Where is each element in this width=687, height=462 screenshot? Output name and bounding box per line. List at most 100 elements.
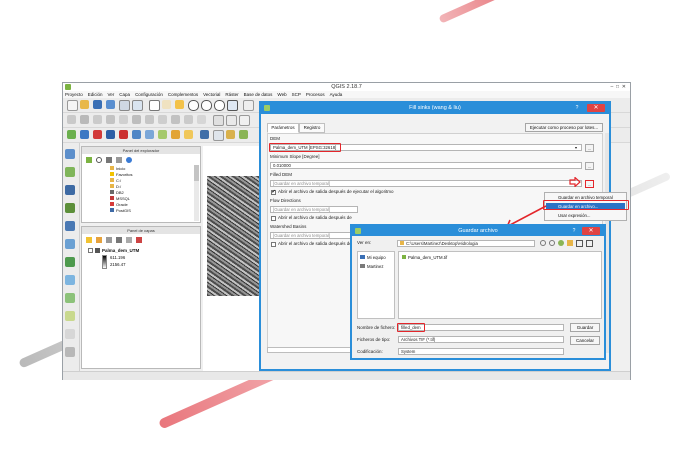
batch-process-button[interactable]: Ejecutar como proceso por lotes... — [525, 123, 603, 132]
add-wcs-icon[interactable] — [145, 130, 154, 139]
menu-item-use-expression[interactable]: Usar expresión... — [546, 212, 625, 219]
zoom-full-icon[interactable] — [227, 100, 238, 111]
tree-item-d[interactable]: D:/ — [110, 184, 121, 189]
close-button[interactable]: ✕ — [587, 104, 605, 112]
add-vector-side-icon[interactable] — [65, 167, 75, 177]
file-item[interactable]: Palma_dem_UTM.tif — [402, 255, 447, 260]
zoom-out-icon[interactable] — [201, 100, 212, 111]
label-tool-icon[interactable] — [213, 115, 224, 126]
menu-base-de-datos[interactable]: Base de datos — [244, 91, 273, 98]
menu-complementos[interactable]: Complementos — [168, 91, 198, 98]
filled-dem-output[interactable]: [Guardar en archivo temporal] — [270, 180, 582, 187]
add-vector-layer-icon[interactable] — [67, 130, 76, 139]
add-raster-side-icon[interactable] — [65, 149, 75, 159]
min-slope-expression-button[interactable]: ... — [585, 162, 594, 170]
save-close-button[interactable]: ✕ — [582, 227, 600, 235]
open-project-icon[interactable] — [80, 100, 89, 109]
pan-icon[interactable] — [149, 100, 160, 111]
add-spatialite-icon[interactable] — [93, 130, 102, 139]
hand-pan-icon[interactable] — [162, 100, 171, 109]
add-wcs-side-icon[interactable] — [65, 275, 75, 285]
parent-folder-icon[interactable] — [558, 240, 564, 246]
tree-item-db2[interactable]: DB2 — [110, 190, 124, 195]
detail-view-icon[interactable] — [586, 240, 593, 247]
encoding-select[interactable]: System — [398, 348, 564, 355]
add-spatialite-side-icon[interactable] — [65, 203, 75, 213]
back-icon[interactable] — [540, 240, 546, 246]
identify-icon[interactable] — [200, 130, 209, 139]
tab-registro[interactable]: Registro — [299, 123, 325, 133]
filled-dem-browse-button[interactable]: ... — [585, 180, 594, 188]
gps-side-icon[interactable] — [65, 347, 75, 357]
add-group-icon[interactable] — [96, 237, 102, 243]
new-project-icon[interactable] — [67, 100, 78, 111]
plugin-icon[interactable] — [239, 130, 248, 139]
add-mssql-icon[interactable] — [119, 130, 128, 139]
min-slope-input[interactable]: 0.010000 — [270, 162, 582, 169]
add-wms-side-icon[interactable] — [65, 257, 75, 267]
new-folder-icon[interactable] — [567, 240, 573, 246]
add-delimited-text-icon[interactable] — [158, 130, 167, 139]
style-icon[interactable] — [86, 237, 92, 243]
save-button[interactable]: Guardar — [570, 323, 600, 332]
menu-edicion[interactable]: Edición — [88, 91, 103, 98]
add-wfs-side-icon[interactable] — [65, 293, 75, 303]
abc-label-icon[interactable] — [239, 115, 250, 126]
add-virtual-layer-icon[interactable] — [171, 130, 180, 139]
add-virtual-side-icon[interactable] — [65, 329, 75, 339]
new-layer-icon[interactable] — [184, 130, 193, 139]
save-help-button[interactable]: ? — [570, 227, 578, 235]
layer-visibility-checkbox[interactable] — [88, 248, 93, 253]
edit-pencil-icon[interactable] — [67, 115, 76, 124]
menu-ver[interactable]: Ver — [108, 91, 115, 98]
tree-item-mssql[interactable]: MSSQL — [110, 196, 130, 201]
add-feature-icon[interactable] — [106, 115, 115, 124]
layout-manager-icon[interactable] — [132, 100, 143, 111]
filter-browser-icon[interactable] — [106, 157, 112, 163]
toggle-editing-icon[interactable] — [80, 115, 89, 124]
layer-row[interactable]: Palma_dem_UTM — [88, 248, 188, 254]
menu-procesos[interactable]: Procesos — [306, 91, 325, 98]
open-watershed-checkbox[interactable] — [271, 242, 276, 247]
tree-item-postgis[interactable]: PostGIS — [110, 208, 131, 213]
zoom-in-icon[interactable] — [188, 100, 199, 111]
refresh-map-icon[interactable] — [243, 100, 254, 111]
add-raster-layer-icon[interactable] — [80, 130, 89, 139]
places-item-martinez[interactable]: Martinez — [360, 264, 383, 269]
open-flow-checkbox[interactable] — [271, 216, 276, 221]
menu-ayuda[interactable]: Ayuda — [330, 91, 343, 98]
zoom-native-icon[interactable] — [214, 100, 225, 111]
menu-proyecto[interactable]: Proyecto — [65, 91, 83, 98]
collapse-all-icon[interactable] — [116, 157, 122, 163]
print-layout-icon[interactable] — [119, 100, 130, 111]
add-selected-icon[interactable] — [86, 157, 92, 163]
menu-web[interactable]: Web — [277, 91, 286, 98]
undo-icon[interactable] — [197, 115, 206, 124]
window-controls[interactable]: – □ ✕ — [610, 83, 626, 91]
filter-legend-icon[interactable] — [116, 237, 122, 243]
dem-browse-button[interactable]: ... — [585, 144, 594, 152]
tree-item-favoritos[interactable]: Favoritos — [110, 172, 132, 177]
watershed-output[interactable]: [Guardar en archivo temporal] — [270, 232, 358, 239]
menu-scp[interactable]: SCP — [292, 91, 301, 98]
tree-item-c[interactable]: C:/ — [110, 178, 121, 183]
info-icon[interactable] — [126, 157, 132, 163]
copy-features-icon[interactable] — [171, 115, 180, 124]
pan-to-selection-icon[interactable] — [175, 100, 184, 109]
georeferencer-icon[interactable] — [213, 130, 224, 141]
remove-layer-icon[interactable] — [136, 237, 142, 243]
processing-toolbox-icon[interactable] — [226, 130, 235, 139]
manage-map-themes-icon[interactable] — [106, 237, 112, 243]
move-feature-icon[interactable] — [119, 115, 128, 124]
menu-vectorial[interactable]: Vectorial — [203, 91, 220, 98]
places-item-mi-equipo[interactable]: Mi equipo — [360, 255, 386, 260]
save-edits-icon[interactable] — [93, 115, 102, 124]
look-in-select[interactable]: C:\Users\Martinez\Desktop\Hidrologia — [397, 240, 535, 247]
label-pin-icon[interactable] — [226, 115, 237, 126]
add-postgis-icon[interactable] — [106, 130, 115, 139]
browser-scrollbar[interactable] — [194, 165, 199, 221]
menu-raster[interactable]: Ráster — [225, 91, 238, 98]
refresh-browser-icon[interactable] — [96, 157, 102, 163]
help-button[interactable]: ? — [573, 104, 581, 112]
list-view-icon[interactable] — [576, 240, 583, 247]
